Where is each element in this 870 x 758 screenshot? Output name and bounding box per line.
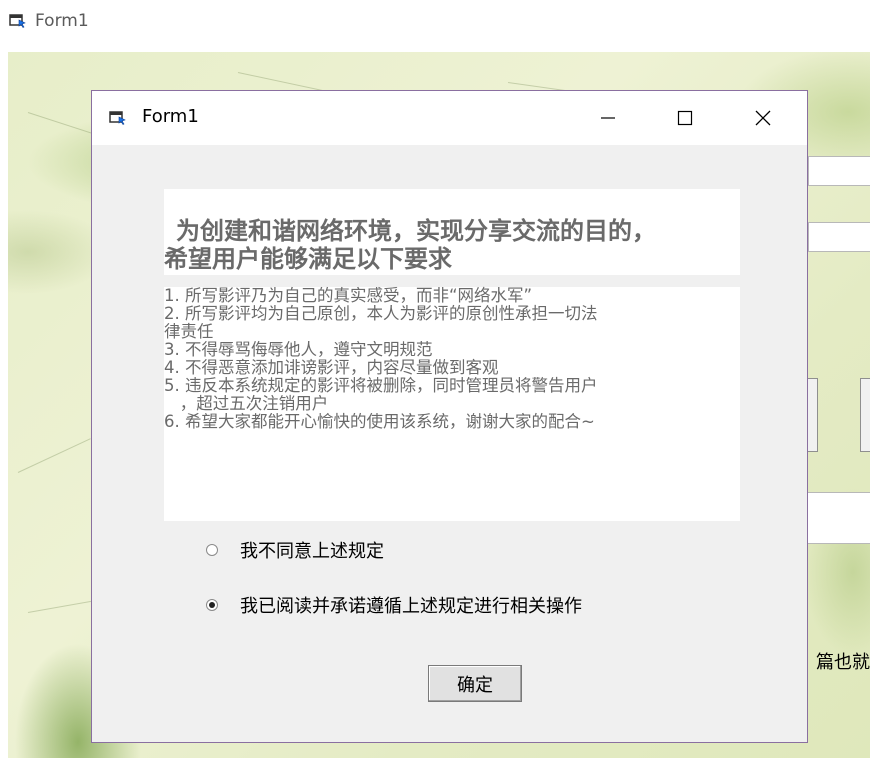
radio-button-agree[interactable] [206, 599, 218, 611]
heading-panel: 为创建和谐网络环境，实现分享交流的目的， 希望用户能够满足以下要求 [164, 189, 740, 275]
rule-line: 律责任 [164, 322, 214, 341]
dialog-title: Form1 [142, 106, 199, 127]
maximize-icon [677, 110, 693, 126]
dialog-titlebar[interactable]: Form1 [92, 91, 807, 145]
rule-line: 3. 不得辱骂侮辱他人，遵守文明规范 [164, 340, 433, 359]
close-icon [755, 110, 771, 126]
radio-disagree-label: 我不同意上述规定 [240, 541, 384, 562]
heading-line-2: 希望用户能够满足以下要求 [164, 244, 452, 273]
rule-line: 5. 违反本系统规定的影评将被删除，同时管理员将警告用户 [164, 376, 598, 395]
minimize-icon [601, 117, 615, 119]
radio-button-disagree[interactable] [206, 544, 218, 556]
background-partial-text: 篇也就是 [816, 652, 870, 673]
form-icon [109, 109, 127, 129]
maximize-button[interactable] [656, 91, 714, 145]
close-button[interactable] [734, 91, 792, 145]
rules-panel: 1. 所写影评乃为自己的真实感受，而非“网络水军” 2. 所写影评均为自己原创，… [164, 287, 740, 521]
rule-line: 1. 所写影评乃为自己的真实感受，而非“网络水军” [164, 286, 533, 305]
confirm-button[interactable]: 确定 [428, 665, 522, 702]
rule-line: 4. 不得恶意添加诽谤影评，内容尽量做到客观 [164, 358, 499, 377]
outer-window-titlebar: Form1 [0, 0, 870, 44]
radio-agree[interactable]: 我已阅读并承诺遵循上述规定进行相关操作 [206, 592, 582, 618]
radio-agree-label: 我已阅读并承诺遵循上述规定进行相关操作 [240, 596, 582, 617]
background-textbox-3[interactable] [798, 492, 870, 544]
minimize-button[interactable] [579, 91, 637, 145]
form-icon [9, 12, 27, 32]
rule-line: ，超过五次注销用户 [164, 394, 329, 413]
background-textbox-2[interactable] [808, 222, 870, 252]
background-button-2[interactable] [860, 378, 870, 452]
rule-line: 2. 所写影评均为自己原创，本人为影评的原创性承担一切法 [164, 304, 598, 323]
background-textbox-1[interactable] [808, 156, 870, 186]
rule-line: 6. 希望大家都能开心愉快的使用该系统，谢谢大家的配合~ [164, 412, 595, 431]
outer-window-title: Form1 [35, 11, 89, 31]
radio-disagree[interactable]: 我不同意上述规定 [206, 537, 384, 563]
agreement-dialog: Form1 为创建和谐网络环境，实现分享交流的目的， 希望用户能够满足以下要求 … [91, 90, 808, 743]
